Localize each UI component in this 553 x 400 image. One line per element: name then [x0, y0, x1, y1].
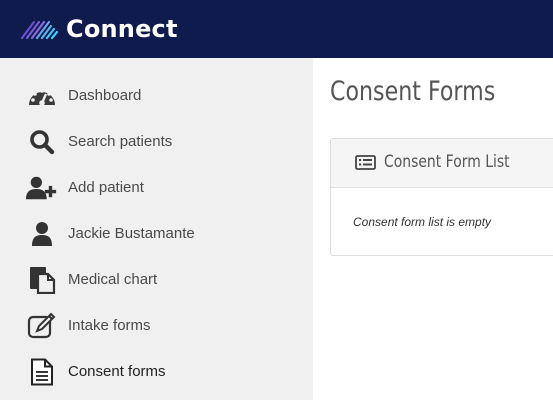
app-logo[interactable]: Connect [20, 14, 178, 44]
empty-list-message: Consent form list is empty [353, 215, 492, 229]
user-icon [26, 220, 58, 248]
sidebar-item-search-patients[interactable]: Search patients [0, 119, 313, 165]
sidebar-item-label: Consent forms [68, 363, 166, 380]
edit-form-icon [26, 312, 58, 340]
sidebar-item-medical-chart[interactable]: Medical chart [0, 257, 313, 303]
sidebar: Dashboard Search patients Add patient Ja… [0, 58, 313, 400]
sidebar-item-label: Dashboard [68, 87, 142, 104]
top-bar: Connect [0, 0, 553, 58]
sidebar-item-patient[interactable]: Jackie Bustamante [0, 211, 313, 257]
sidebar-item-add-patient[interactable]: Add patient [0, 165, 313, 211]
list-icon [355, 155, 376, 175]
sidebar-item-label: Add patient [68, 179, 144, 196]
document-icon [26, 358, 58, 386]
clipboard-icon [26, 266, 58, 294]
sidebar-item-label: Intake forms [68, 317, 151, 334]
panel-title: Consent Form List [384, 152, 510, 172]
add-user-icon [26, 174, 58, 202]
page-title: Consent Forms [330, 76, 496, 107]
panel-header: Consent Form List [331, 139, 553, 188]
sidebar-item-consent-forms[interactable]: Consent forms [0, 349, 313, 395]
sidebar-item-dashboard[interactable]: Dashboard [0, 73, 313, 119]
main-content: Consent Forms Consent Form List Consent … [313, 58, 553, 400]
sidebar-item-label: Search patients [68, 133, 173, 150]
sidebar-item-label: Medical chart [68, 271, 158, 288]
logo-text: Connect [66, 15, 178, 43]
dashboard-gauge-icon [26, 82, 58, 110]
sidebar-item-intake-forms[interactable]: Intake forms [0, 303, 313, 349]
consent-form-list-panel: Consent Form List Consent form list is e… [330, 138, 553, 256]
search-icon [26, 128, 58, 156]
logo-mark-icon [20, 20, 59, 40]
sidebar-item-label: Jackie Bustamante [68, 225, 195, 242]
